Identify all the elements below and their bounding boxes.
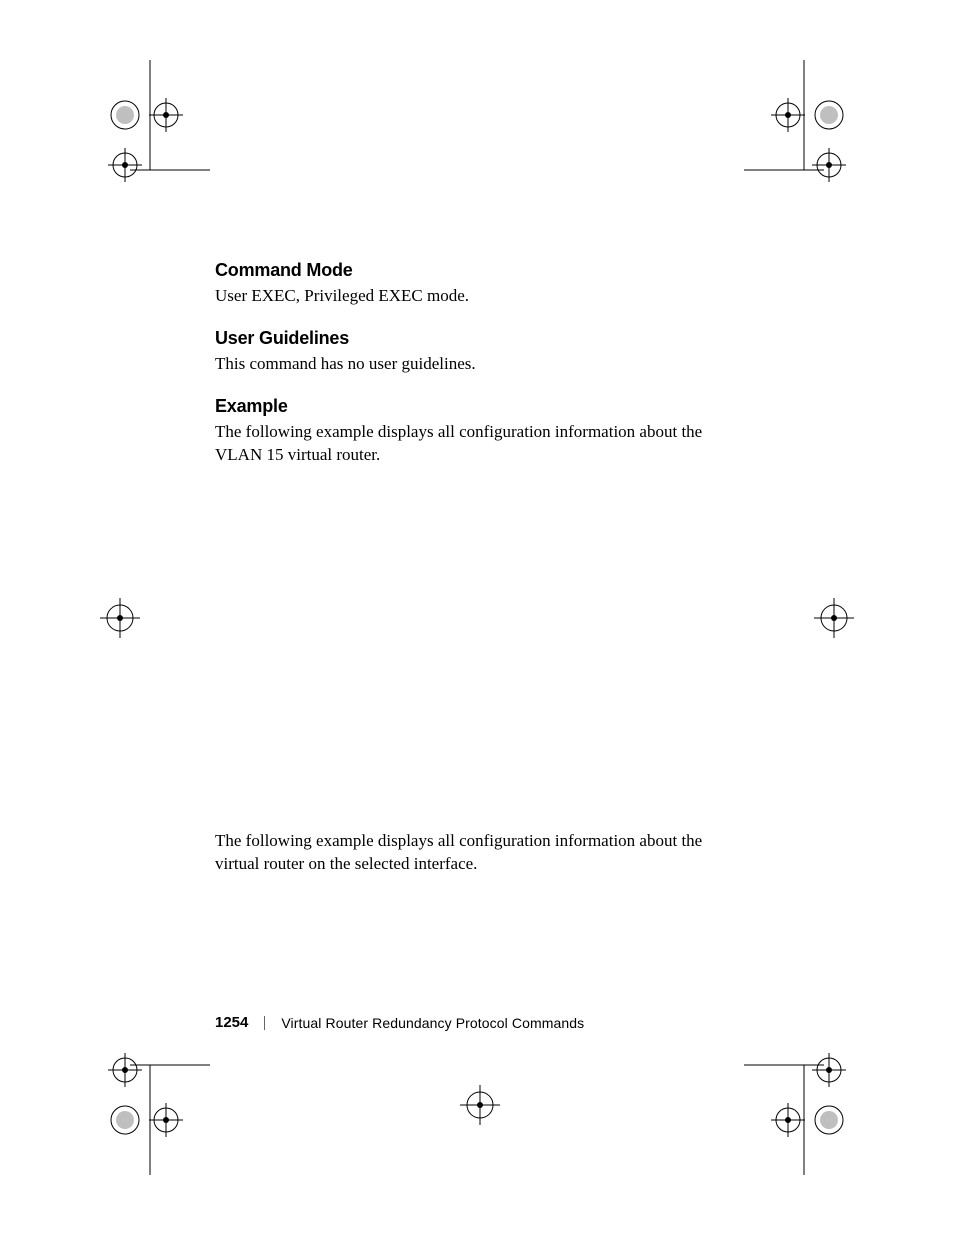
example-second-paragraph: The following example displays all confi… xyxy=(215,830,735,896)
footer-separator xyxy=(264,1016,265,1030)
crop-mark-mid-right xyxy=(804,588,864,648)
footer-title: Virtual Router Redundancy Protocol Comma… xyxy=(281,1015,584,1031)
crop-mark-bottom-left xyxy=(70,1045,210,1175)
heading-user-guidelines: User Guidelines xyxy=(215,328,735,349)
heading-command-mode: Command Mode xyxy=(215,260,735,281)
page-number: 1254 xyxy=(215,1014,248,1031)
text-user-guidelines: This command has no user guidelines. xyxy=(215,353,735,376)
heading-example: Example xyxy=(215,396,735,417)
text-example-1: The following example displays all confi… xyxy=(215,421,735,467)
text-example-2: The following example displays all confi… xyxy=(215,830,735,876)
page-content: Command Mode User EXEC, Privileged EXEC … xyxy=(215,260,735,487)
crop-mark-bottom-center xyxy=(450,1075,510,1135)
crop-mark-bottom-right xyxy=(744,1045,884,1175)
page-footer: 1254 Virtual Router Redundancy Protocol … xyxy=(215,1014,584,1031)
text-command-mode: User EXEC, Privileged EXEC mode. xyxy=(215,285,735,308)
crop-mark-top-right xyxy=(744,60,884,190)
crop-mark-mid-left xyxy=(90,588,150,648)
crop-mark-top-left xyxy=(70,60,210,190)
